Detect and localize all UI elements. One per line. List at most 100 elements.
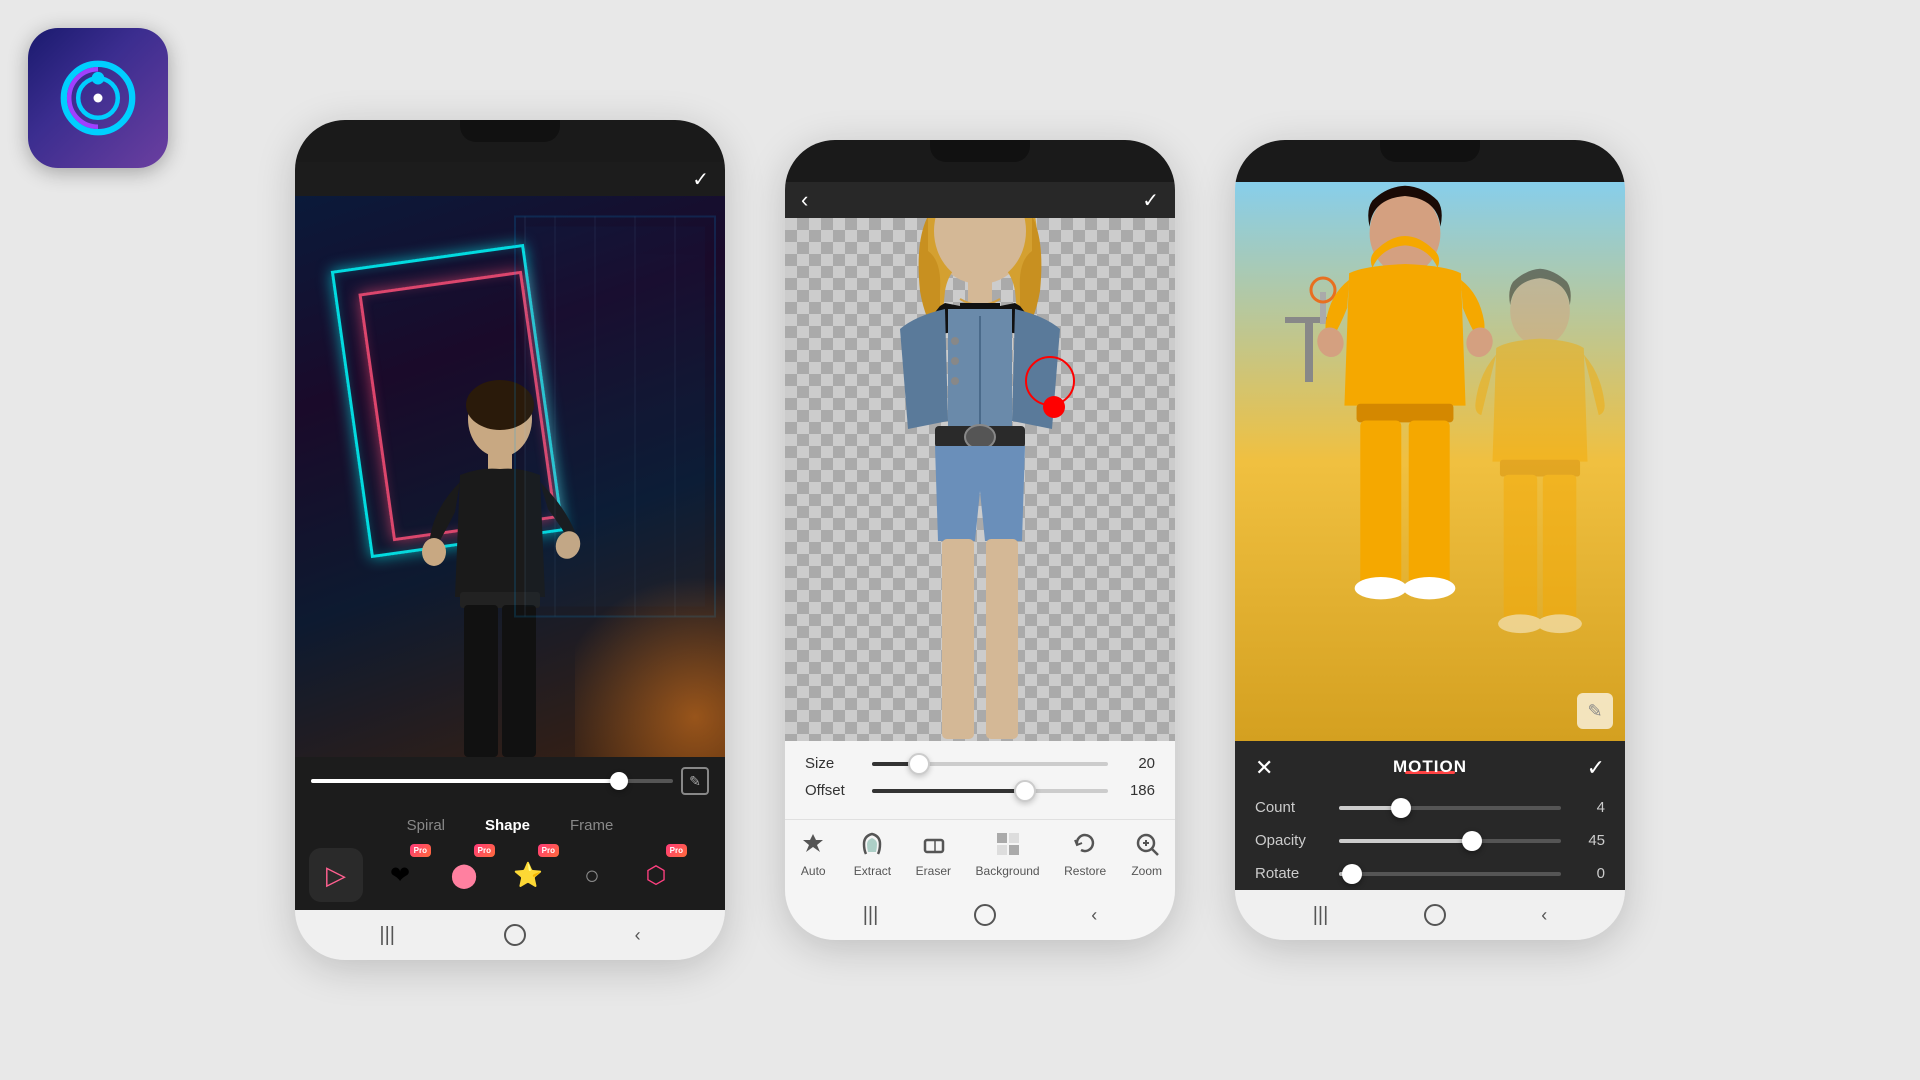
phone-2: ‹ ✓ [785, 140, 1175, 940]
phone2-sliders: Size 20 Offset 186 [785, 741, 1175, 819]
phone1-bottom-bar: ||| ‹ [295, 910, 725, 960]
app-logo-svg [53, 53, 143, 143]
tab-frame[interactable]: Frame [570, 817, 613, 834]
phone2-offset-label: Offset [805, 782, 860, 799]
phone2-offset-track[interactable] [872, 789, 1108, 793]
warm-glow [575, 557, 725, 757]
motion-title-container: MOTION [1393, 757, 1467, 780]
phone3-nav-back[interactable]: ‹ [1541, 905, 1547, 926]
phone2-size-value: 20 [1120, 755, 1155, 772]
toolbar-auto[interactable]: Auto [797, 828, 829, 878]
phone-3: ✎ ✕ MOTION ✓ Count [1235, 140, 1625, 940]
phone2-nav-home[interactable] [974, 904, 996, 926]
motion-opacity-value: 45 [1575, 832, 1605, 849]
motion-rotate-track[interactable] [1339, 872, 1561, 876]
phone2-offset-thumb[interactable] [1014, 780, 1036, 802]
phone1-header: ✓ [295, 162, 725, 196]
person-yellow-ghost [1465, 266, 1615, 741]
phone1-notch [460, 120, 560, 142]
motion-opacity-fill [1339, 839, 1472, 843]
phone1-nav-home[interactable] [504, 924, 526, 946]
shape-triangle[interactable]: ▷ [309, 848, 363, 902]
phone2-content: ‹ ✓ [785, 182, 1175, 890]
motion-rotate-thumb[interactable] [1342, 864, 1362, 884]
phone2-size-slider-row: Size 20 [805, 755, 1155, 772]
phone3-nav-home[interactable] [1424, 904, 1446, 926]
phone1-top-bar [295, 120, 725, 162]
phone1-nav-back[interactable]: ‹ [635, 925, 641, 946]
motion-header: ✕ MOTION ✓ [1235, 741, 1625, 791]
toolbar-background[interactable]: Background [976, 828, 1040, 878]
motion-opacity-track[interactable] [1339, 839, 1561, 843]
phone2-notch [930, 140, 1030, 162]
toolbar-extract[interactable]: Extract [854, 828, 891, 878]
toolbar-restore[interactable]: Restore [1064, 828, 1106, 878]
motion-count-thumb[interactable] [1391, 798, 1411, 818]
phone1-image [295, 196, 725, 757]
phone2-toolbar: Auto Extract Eraser [785, 819, 1175, 890]
motion-close-button[interactable]: ✕ [1255, 755, 1273, 781]
auto-icon [797, 828, 829, 860]
phone3-nav-menu[interactable]: ||| [1313, 904, 1329, 927]
phone2-top-bar [785, 140, 1175, 182]
phone1-controls: ✎ [295, 757, 725, 811]
phone2-nav-menu[interactable]: ||| [863, 904, 879, 927]
zoom-icon [1131, 828, 1163, 860]
phone3-notch [1380, 140, 1480, 162]
shape-heart[interactable]: ❤ Pro [373, 848, 427, 902]
motion-count-row: Count 4 [1235, 791, 1625, 824]
phone1-checkmark[interactable]: ✓ [692, 167, 709, 192]
ghost-eraser-icon[interactable]: ✎ [1577, 693, 1613, 729]
tab-shape[interactable]: Shape [485, 817, 530, 834]
motion-opacity-thumb[interactable] [1462, 831, 1482, 851]
phone1-slider-track[interactable] [311, 779, 673, 783]
phone2-size-track[interactable] [872, 762, 1108, 766]
phone2-size-thumb[interactable] [908, 753, 930, 775]
toolbar-eraser[interactable]: Eraser [916, 828, 951, 878]
motion-confirm-button[interactable]: ✓ [1587, 755, 1605, 781]
phone3-bottom-bar: ||| ‹ [1235, 890, 1625, 940]
motion-rotate-row: Rotate 0 [1235, 857, 1625, 890]
eraser-label: Eraser [916, 864, 951, 878]
phone3-content: ✎ ✕ MOTION ✓ Count [1235, 182, 1625, 890]
shape-star[interactable]: ⭐ Pro [501, 848, 555, 902]
shape-hex-pro-badge: Pro [666, 844, 687, 857]
phone2-bottom-bar: ||| ‹ [785, 890, 1175, 940]
shape-circle[interactable]: ○ [565, 848, 619, 902]
phone1-nav-menu[interactable]: ||| [379, 924, 395, 947]
tab-spiral[interactable]: Spiral [407, 817, 445, 834]
phone2-header: ‹ ✓ [785, 182, 1175, 218]
auto-label: Auto [801, 864, 826, 878]
background-icon [992, 828, 1024, 860]
phone2-back-button[interactable]: ‹ [801, 187, 808, 213]
restore-icon [1069, 828, 1101, 860]
eraser-tool-icon [917, 828, 949, 860]
phone2-nav-back[interactable]: ‹ [1091, 905, 1097, 926]
extract-label: Extract [854, 864, 891, 878]
phone2-checkmark[interactable]: ✓ [1142, 188, 1159, 213]
phone1-eraser-icon[interactable]: ✎ [681, 767, 709, 795]
phone1-content: ✓ [295, 162, 725, 910]
zoom-label: Zoom [1131, 864, 1162, 878]
shape-star-pro-badge: Pro [538, 844, 559, 857]
restore-label: Restore [1064, 864, 1106, 878]
extract-icon [856, 828, 888, 860]
phone2-offset-fill [872, 789, 1025, 793]
phone2-size-label: Size [805, 755, 860, 772]
phone1-slider-thumb[interactable] [610, 772, 628, 790]
shape-heart-pro-badge: Pro [410, 844, 431, 857]
woman-cutout [860, 218, 1100, 741]
toolbar-zoom[interactable]: Zoom [1131, 828, 1163, 878]
motion-count-track[interactable] [1339, 806, 1561, 810]
shape-ring[interactable]: ⬤ Pro [437, 848, 491, 902]
phone-1: ✓ [295, 120, 725, 960]
motion-rotate-value: 0 [1575, 865, 1605, 882]
motion-panel: ✕ MOTION ✓ Count 4 [1235, 741, 1625, 890]
app-icon[interactable] [28, 28, 168, 168]
phone1-slider-fill [311, 779, 619, 783]
phone3-image: ✎ [1235, 182, 1625, 741]
background-label: Background [976, 864, 1040, 878]
phone1-tabs: Spiral Shape Frame [295, 811, 725, 840]
phone2-image [785, 218, 1175, 741]
shape-hex[interactable]: ⬡ Pro [629, 848, 683, 902]
